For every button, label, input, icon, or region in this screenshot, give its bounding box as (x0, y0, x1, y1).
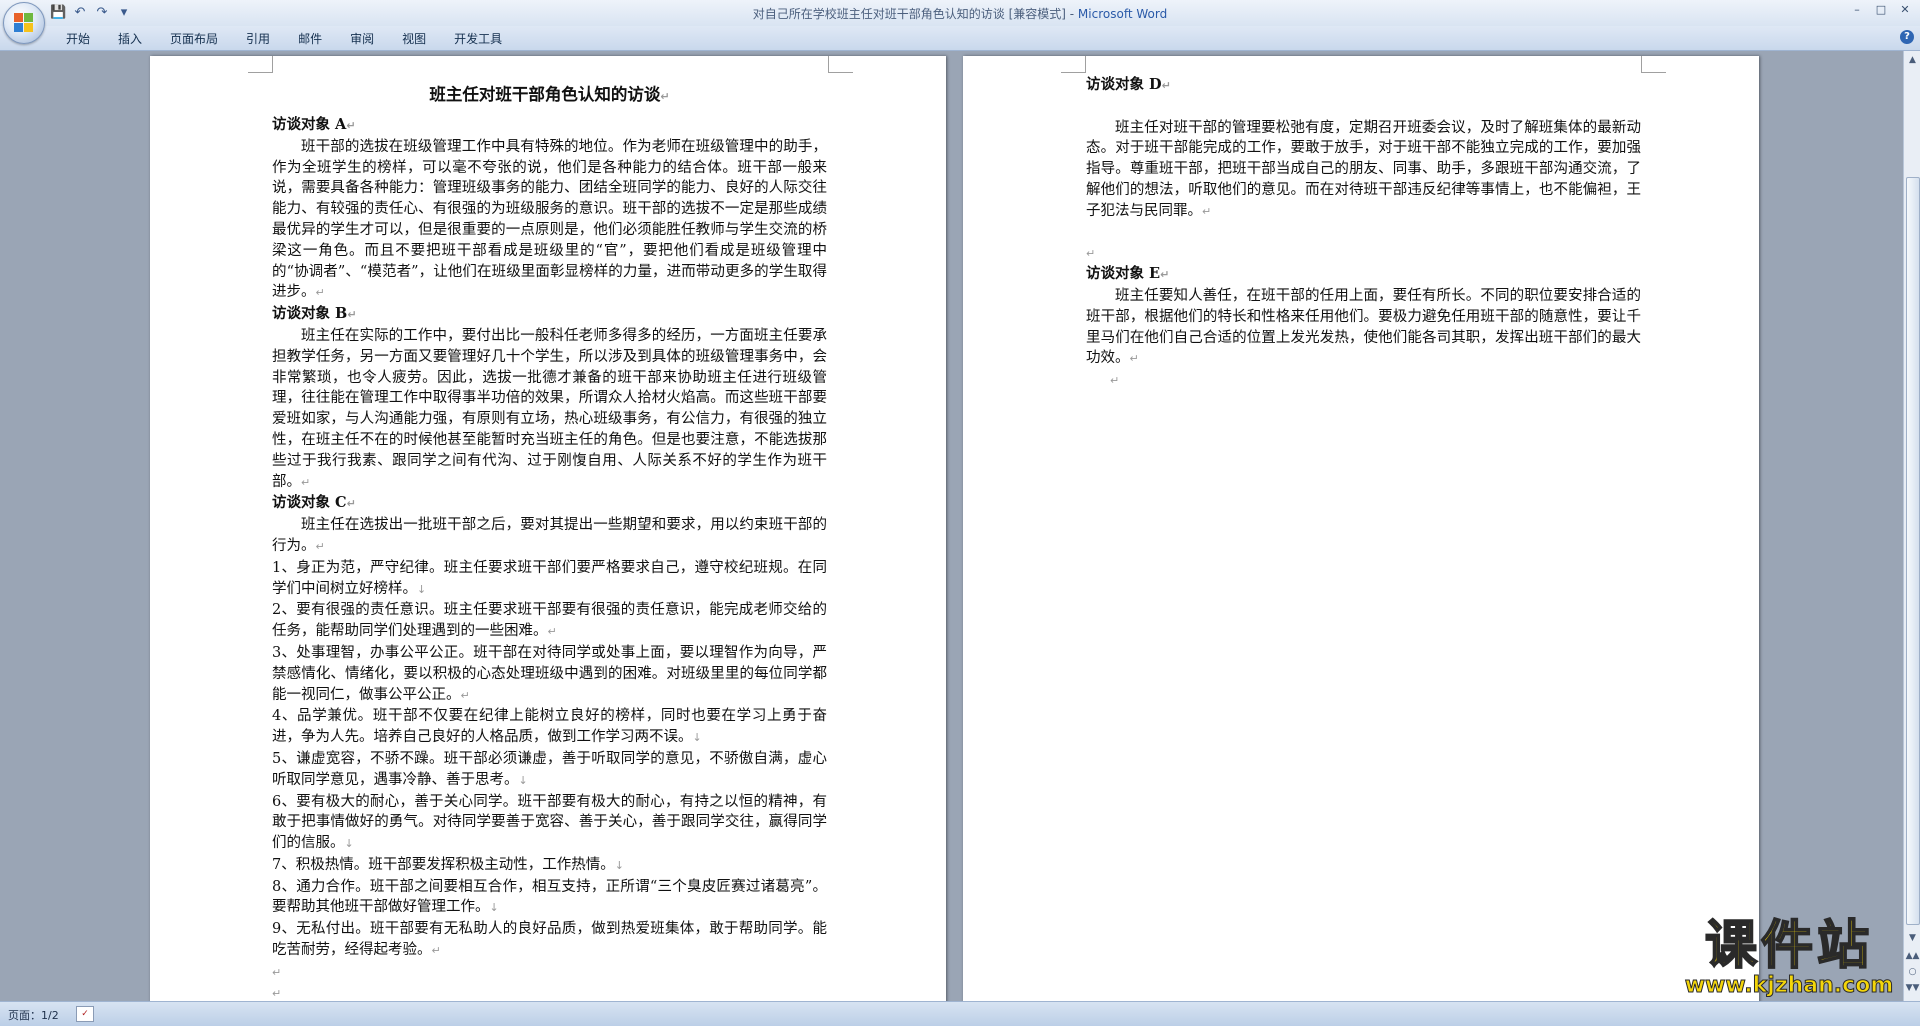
scroll-down-button[interactable]: ▼ (1905, 931, 1920, 945)
empty-paragraph: ↵ (272, 965, 282, 979)
list-item: 3、处事理智，办事公平公正。班干部在对待同学或处事上面，要以理智作为向导，严禁感… (272, 644, 827, 703)
paragraph-b: 班主任在实际的工作中，要付出比一般科任老师多得多的经历，一方面班主任要承担教学任… (272, 327, 827, 490)
tab-home[interactable]: 开始 (52, 30, 104, 48)
page-number-indicator[interactable]: 页面：1/2 (8, 1007, 59, 1023)
next-page-button[interactable]: ▼▼ (1905, 981, 1920, 995)
site-watermark: 课件站 www.kjzhan.com (1672, 915, 1906, 999)
page-2[interactable]: 访谈对象 D↵ 班主任对班干部的管理要松弛有度，定期召开班委会议，及时了解班集体… (963, 56, 1759, 1001)
document-name: 对自己所在学校班主任对班干部角色认知的访谈 [兼容模式] - (752, 7, 1078, 21)
tab-view[interactable]: 视图 (388, 30, 440, 48)
empty-paragraph (1086, 223, 1641, 244)
list-item: 5、谦虚宽容，不骄不躁。班干部必须谦虚，善于听取同学的意见，不骄傲自满，虚心听取… (272, 750, 827, 788)
ribbon: 开始 插入 页面布局 引用 邮件 审阅 视图 开发工具 ? (0, 26, 1920, 51)
scroll-up-button[interactable]: ▲ (1905, 53, 1920, 67)
list-item: 4、品学兼优。班干部不仅要在纪律上能树立良好的榜样，同时也要在学习上勇于奋进，争… (272, 708, 827, 746)
tab-insert[interactable]: 插入 (104, 30, 156, 48)
watermark-title: 课件站 (1704, 915, 1873, 976)
paragraph-c-intro: 班主任在选拔出一批班干部之后，要对其提出一些期望和要求，用以约束班干部的行为。↵ (272, 517, 827, 554)
list-item: 1、身正为范，严守纪律。班主任要求班干部们要严格要求自己，遵守校纪班规。在同学们… (272, 559, 827, 597)
page-1[interactable]: 班主任对班干部角色认知的访谈↵ 访谈对象 A↵ 班干部的选拔在班级管理工作中具有… (150, 56, 946, 1001)
list-item: 8、通力合作。班干部之间要相互合作，相互支持，正所谓“三个臭皮匠赛过诸葛亮”。要… (272, 878, 827, 916)
office-logo-icon (14, 13, 34, 33)
previous-page-button[interactable]: ▲▲ (1905, 949, 1920, 963)
margin-mark-top-left (248, 56, 273, 73)
empty-paragraph: ↵ (1110, 374, 1120, 388)
tab-review[interactable]: 审阅 (336, 30, 388, 48)
page-1-content[interactable]: 班主任对班干部角色认知的访谈↵ 访谈对象 A↵ 班干部的选拔在班级管理工作中具有… (272, 75, 827, 1001)
margin-mark-top-right (1641, 56, 1666, 73)
list-item: 6、要有极大的耐心，善于关心同学。班干部要有极大的耐心，有持之以恒的精神，有敢于… (272, 793, 827, 852)
tab-page-layout[interactable]: 页面布局 (156, 30, 232, 48)
minimize-button[interactable]: – (1846, 2, 1868, 18)
empty-paragraph: ↵ (272, 986, 282, 1000)
app-name: Microsoft Word (1077, 7, 1168, 21)
heading-interviewee-d: 访谈对象 D↵ (1086, 76, 1171, 93)
proofing-errors-icon[interactable]: ✓ (76, 1006, 94, 1022)
heading-interviewee-a: 访谈对象 A↵ (272, 116, 356, 133)
margin-mark-top-right (828, 56, 853, 73)
window-title: 对自己所在学校班主任对班干部角色认知的访谈 [兼容模式] - Microsoft… (0, 5, 1920, 22)
help-icon[interactable]: ? (1900, 30, 1914, 44)
title-bar: 💾 ↶ ↷ ▾ 对自己所在学校班主任对班干部角色认知的访谈 [兼容模式] - M… (0, 0, 1920, 44)
window-controls: – □ ✕ (1846, 2, 1916, 18)
empty-paragraph (1086, 97, 1641, 118)
tab-references[interactable]: 引用 (232, 30, 284, 48)
list-item: 2、要有很强的责任意识。班主任要求班干部要有很强的责任意识，能完成老师交给的任务… (272, 602, 827, 640)
document-title: 班主任对班干部角色认知的访谈↵ (429, 85, 670, 104)
paragraph-a: 班干部的选拔在班级管理工作中具有特殊的地位。作为老师在班级管理中的助手，作为全班… (272, 138, 827, 301)
margin-mark-top-left (1061, 56, 1086, 73)
document-area[interactable]: 班主任对班干部角色认知的访谈↵ 访谈对象 A↵ 班干部的选拔在班级管理工作中具有… (0, 51, 1903, 1001)
tab-developer[interactable]: 开发工具 (440, 30, 516, 48)
list-item: 7、积极热情。班干部要发挥积极主动性，工作热情。↓ (272, 856, 624, 873)
heading-interviewee-b: 访谈对象 B↵ (272, 305, 357, 323)
close-button[interactable]: ✕ (1894, 2, 1916, 18)
watermark-url: www.kjzhan.com (1684, 973, 1894, 998)
paragraph-e: 班主任要知人善任，在班干部的任用上面，要任有所长。不同的职位要安排合适的班干部，… (1086, 287, 1641, 367)
tab-mailings[interactable]: 邮件 (284, 30, 336, 48)
page-2-content[interactable]: 访谈对象 D↵ 班主任对班干部的管理要松弛有度，定期召开班委会议，及时了解班集体… (1086, 75, 1641, 391)
scrollbar-thumb[interactable] (1906, 177, 1920, 925)
office-button[interactable] (3, 2, 45, 44)
ribbon-tabs: 开始 插入 页面布局 引用 邮件 审阅 视图 开发工具 (52, 30, 516, 48)
empty-paragraph: ↵ (1086, 247, 1096, 261)
heading-interviewee-c: 访谈对象 C↵ (272, 494, 356, 512)
status-bar: 页面：1/2 ✓ (0, 1001, 1920, 1026)
maximize-button[interactable]: □ (1870, 2, 1892, 18)
select-browse-object-icon[interactable]: ○ (1905, 965, 1920, 979)
vertical-scrollbar[interactable]: ▲ ▼ ▲▲ ○ ▼▼ (1903, 51, 1920, 1001)
paragraph-d: 班主任对班干部的管理要松弛有度，定期召开班委会议，及时了解班集体的最新动态。对于… (1086, 119, 1641, 219)
list-item: 9、无私付出。班干部要有无私助人的良好品质，做到热爱班集体，敢于帮助同学。能吃苦… (272, 921, 827, 959)
heading-interviewee-e: 访谈对象 E↵ (1086, 265, 1170, 283)
